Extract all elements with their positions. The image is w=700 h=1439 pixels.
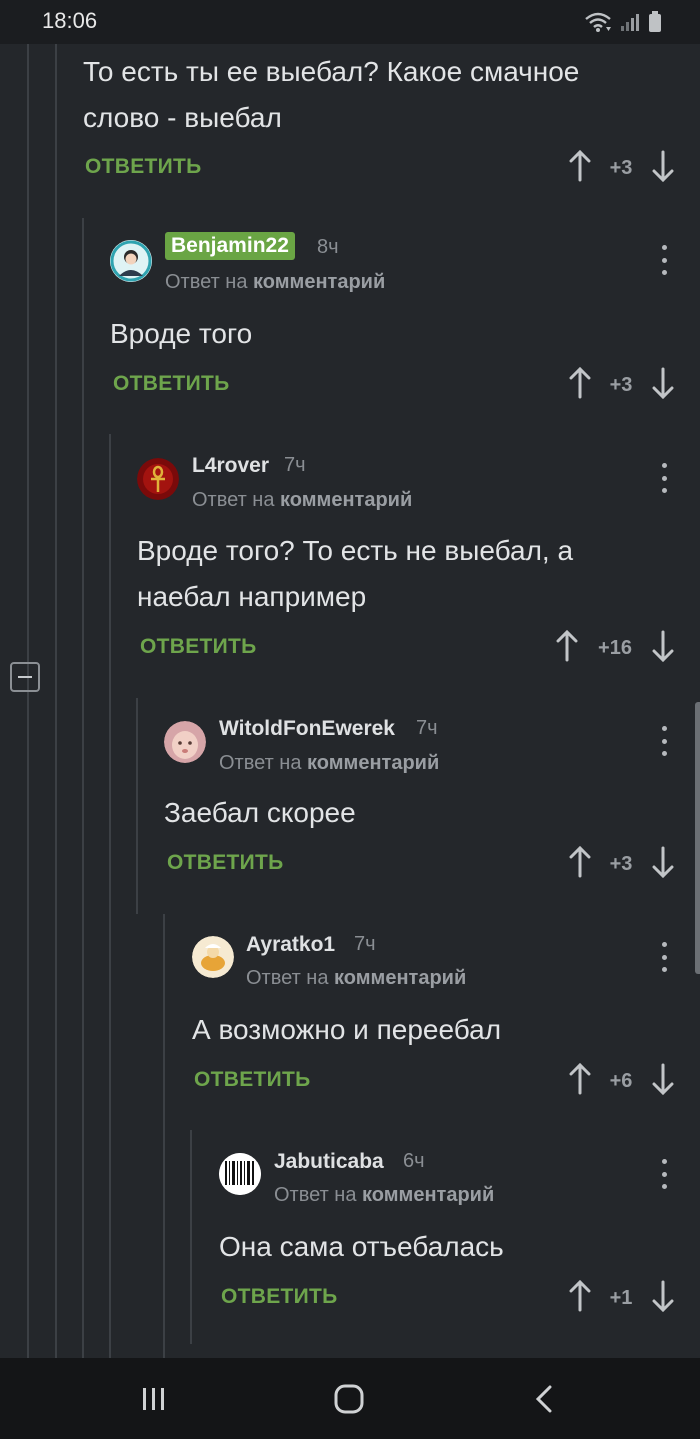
comment-author[interactable]: Ayratko1 bbox=[246, 933, 335, 957]
ankh-avatar[interactable] bbox=[137, 458, 179, 500]
arrow-down-icon[interactable] bbox=[651, 1063, 675, 1095]
comment-time: 6ч bbox=[403, 1150, 425, 1172]
reply-to-prefix: Ответ на bbox=[165, 271, 248, 293]
thread-line bbox=[163, 914, 165, 1358]
arrow-down-icon[interactable] bbox=[651, 367, 675, 399]
thread-line bbox=[27, 44, 29, 1358]
thread-line bbox=[55, 44, 57, 1358]
wifi-icon bbox=[585, 12, 611, 32]
arrow-down-icon[interactable] bbox=[651, 630, 675, 662]
comment-text-line: А возможно и переебал bbox=[192, 1014, 502, 1045]
arrow-down-icon[interactable] bbox=[651, 846, 675, 878]
reply-button[interactable]: ОТВЕТИТЬ bbox=[167, 851, 284, 875]
comment-author[interactable]: Benjamin22 bbox=[165, 232, 295, 260]
reply-to-prefix: Ответ на bbox=[219, 752, 302, 774]
reply-button[interactable]: ОТВЕТИТЬ bbox=[85, 155, 202, 179]
comment-text-line: То есть ты ее выебал? Какое смачное bbox=[83, 56, 580, 87]
baby-avatar[interactable] bbox=[164, 721, 206, 763]
rating-value: +16 bbox=[598, 637, 632, 659]
scrollbar[interactable] bbox=[695, 702, 700, 974]
arrow-up-icon[interactable] bbox=[568, 367, 592, 399]
system-nav-bar bbox=[0, 1358, 700, 1439]
reply-to-link[interactable]: комментарий bbox=[362, 1184, 494, 1206]
barcode-avatar[interactable] bbox=[219, 1153, 261, 1195]
reply-to-line: Ответ на комментарий bbox=[192, 489, 412, 512]
comment-text-line: Заебал скорее bbox=[164, 797, 356, 828]
more-vertical-icon[interactable] bbox=[652, 245, 676, 275]
collapse-thread-button[interactable] bbox=[10, 662, 40, 692]
back-icon[interactable] bbox=[533, 1384, 555, 1414]
signal-icon bbox=[621, 14, 639, 31]
comment-text-line: слово - выебал bbox=[83, 102, 282, 133]
reply-to-prefix: Ответ на bbox=[274, 1184, 357, 1206]
reply-button[interactable]: ОТВЕТИТЬ bbox=[113, 372, 230, 396]
comment-time: 7ч bbox=[354, 933, 376, 955]
battery-icon bbox=[649, 11, 661, 32]
reply-to-line: Ответ на комментарий bbox=[274, 1184, 494, 1207]
thread-line bbox=[136, 698, 138, 914]
more-vertical-icon[interactable] bbox=[652, 463, 676, 493]
reply-button[interactable]: ОТВЕТИТЬ bbox=[140, 635, 257, 659]
comment-text-line: Вроде того? То есть не выебал, а bbox=[137, 535, 574, 566]
arrow-up-icon[interactable] bbox=[555, 630, 579, 662]
arrow-up-icon[interactable] bbox=[568, 846, 592, 878]
cartoon-avatar[interactable] bbox=[192, 936, 234, 978]
reply-to-link[interactable]: комментарий bbox=[307, 752, 439, 774]
thread-line bbox=[190, 1130, 192, 1344]
user-avatar[interactable] bbox=[110, 240, 152, 282]
recent-apps-icon[interactable] bbox=[140, 1386, 168, 1412]
arrow-up-icon[interactable] bbox=[568, 1280, 592, 1312]
rating-value: +3 bbox=[609, 853, 633, 875]
reply-button[interactable]: ОТВЕТИТЬ bbox=[221, 1285, 338, 1309]
comment-text-line: Она сама отъебалась bbox=[219, 1231, 504, 1262]
thread-line bbox=[109, 434, 111, 1358]
comment-text-line: наебал например bbox=[137, 581, 367, 612]
rating-value: +3 bbox=[609, 157, 633, 179]
user-avatar-icon bbox=[110, 240, 152, 282]
arrow-up-icon[interactable] bbox=[568, 1063, 592, 1095]
comment-author[interactable]: WitoldFonEwerek bbox=[219, 717, 395, 741]
comment-time: 8ч bbox=[317, 236, 339, 258]
comment-time: 7ч bbox=[416, 717, 438, 739]
rating-value: +1 bbox=[609, 1287, 633, 1309]
reply-to-link[interactable]: комментарий bbox=[280, 489, 412, 511]
rating-value: +6 bbox=[609, 1070, 633, 1092]
more-vertical-icon[interactable] bbox=[652, 726, 676, 756]
status-time: 18:06 bbox=[42, 8, 98, 33]
status-bar: 18:06 bbox=[0, 0, 700, 44]
thread-line bbox=[82, 218, 84, 1358]
comment-time: 7ч bbox=[284, 454, 306, 476]
status-icons bbox=[584, 10, 662, 34]
reply-to-line: Ответ на комментарий bbox=[219, 752, 439, 775]
comment-text-line: Вроде того bbox=[110, 318, 253, 349]
arrow-down-icon[interactable] bbox=[651, 1280, 675, 1312]
home-icon[interactable] bbox=[334, 1384, 364, 1414]
reply-to-link[interactable]: комментарий bbox=[253, 271, 385, 293]
reply-to-prefix: Ответ на bbox=[246, 967, 329, 989]
reply-to-prefix: Ответ на bbox=[192, 489, 275, 511]
baby-avatar-icon bbox=[164, 721, 206, 763]
ankh-avatar-icon bbox=[137, 458, 179, 500]
more-vertical-icon[interactable] bbox=[652, 942, 676, 972]
more-vertical-icon[interactable] bbox=[652, 1159, 676, 1189]
comment-author[interactable]: L4rover bbox=[192, 454, 269, 478]
reply-to-link[interactable]: комментарий bbox=[334, 967, 466, 989]
reply-to-line: Ответ на комментарий bbox=[246, 967, 466, 990]
comment-author[interactable]: Jabuticaba bbox=[274, 1150, 384, 1174]
reply-button[interactable]: ОТВЕТИТЬ bbox=[194, 1068, 311, 1092]
cartoon-avatar-icon bbox=[192, 936, 234, 978]
reply-to-line: Ответ на комментарий bbox=[165, 271, 385, 294]
arrow-down-icon[interactable] bbox=[651, 150, 675, 182]
arrow-up-icon[interactable] bbox=[568, 150, 592, 182]
barcode-avatar-icon bbox=[219, 1153, 261, 1195]
rating-value: +3 bbox=[609, 374, 633, 396]
